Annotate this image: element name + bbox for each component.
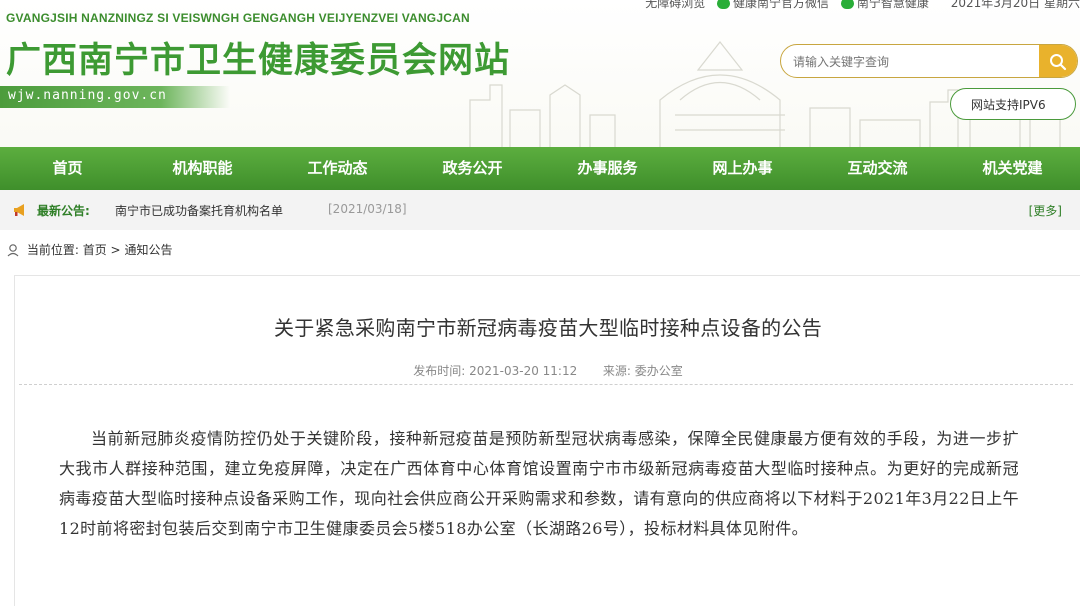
notice-label: 最新公告: bbox=[37, 204, 90, 218]
more-link[interactable]: [更多] bbox=[1029, 202, 1062, 219]
meta-divider bbox=[19, 384, 1073, 385]
search-icon bbox=[1050, 54, 1067, 71]
article-body: 当前新冠肺炎疫情防控仍处于关键阶段，接种新冠疫苗是预防新型冠状病毒感染，保障全民… bbox=[59, 429, 1019, 538]
wechat-official-link[interactable]: 健康南宁官方微信 bbox=[717, 0, 829, 10]
publish-time: 2021-03-20 11:12 bbox=[469, 364, 578, 378]
nav-services[interactable]: 办事服务 bbox=[540, 147, 675, 190]
site-title: 广西南宁市卫生健康委员会网站 bbox=[6, 41, 511, 81]
site-header: GVANGJSIH NANZNINGZ SI VEISWNGH GENGANGH… bbox=[0, 0, 1080, 147]
nav-home[interactable]: 首页 bbox=[0, 147, 135, 190]
current-date: 2021年3月20日 星期六 bbox=[950, 0, 1080, 10]
top-links: 无障碍浏览 健康南宁官方微信 南宁智慧健康 2021年3月20日 星期六 bbox=[637, 0, 1080, 14]
nav-interaction[interactable]: 互动交流 bbox=[810, 147, 945, 190]
nav-online-services[interactable]: 网上办事 bbox=[675, 147, 810, 190]
breadcrumb-current[interactable]: 通知公告 bbox=[124, 243, 172, 257]
wechat-icon bbox=[717, 0, 731, 9]
nav-work-news[interactable]: 工作动态 bbox=[270, 147, 405, 190]
nav-gov-affairs[interactable]: 政务公开 bbox=[405, 147, 540, 190]
nav-party-building[interactable]: 机关党建 bbox=[945, 147, 1080, 190]
search-input[interactable] bbox=[791, 51, 1035, 73]
notice-date: [2021/03/18] bbox=[328, 202, 407, 216]
site-pinyin-title: GVANGJSIH NANZNINGZ SI VEISWNGH GENGANGH… bbox=[6, 11, 470, 25]
site-domain: wjw.nanning.gov.cn bbox=[8, 88, 167, 103]
publish-label: 发布时间: bbox=[413, 364, 466, 378]
article-container: 关于紧急采购南宁市新冠病毒疫苗大型临时接种点设备的公告 发布时间: 2021-0… bbox=[14, 275, 1080, 606]
breadcrumb-prefix: 当前位置: bbox=[26, 243, 79, 257]
search-box bbox=[780, 44, 1078, 78]
accessible-browse-link[interactable]: 无障碍浏览 bbox=[645, 0, 705, 10]
notice-link[interactable]: 南宁市已成功备案托育机构名单 bbox=[115, 202, 283, 219]
source-label: 来源: bbox=[602, 364, 631, 378]
breadcrumb-home[interactable]: 首页 bbox=[83, 243, 107, 257]
notice-bar: 最新公告: 南宁市已成功备案托育机构名单 [2021/03/18] [更多] bbox=[0, 190, 1080, 230]
article-meta: 发布时间: 2021-03-20 11:12 来源: 委办公室 bbox=[15, 362, 1080, 379]
location-pin-icon bbox=[7, 244, 19, 257]
search-button[interactable] bbox=[1039, 45, 1077, 77]
wechat-nanning-link[interactable]: 南宁智慧健康 bbox=[840, 0, 929, 10]
nav-functions[interactable]: 机构职能 bbox=[135, 147, 270, 190]
article-title: 关于紧急采购南宁市新冠病毒疫苗大型临时接种点设备的公告 bbox=[273, 316, 823, 340]
ipv6-badge: 网站支持IPV6 bbox=[950, 88, 1076, 120]
breadcrumb: 当前位置: 首页 > 通知公告 bbox=[6, 241, 172, 258]
ipv6-label: 网站支持IPV6 bbox=[971, 98, 1046, 112]
breadcrumb-separator: > bbox=[110, 243, 121, 257]
domain-banner: wjw.nanning.gov.cn bbox=[0, 86, 230, 108]
main-nav: 首页 机构职能 工作动态 政务公开 办事服务 网上办事 互动交流 机关党建 bbox=[0, 147, 1080, 190]
wechat-icon bbox=[840, 0, 854, 9]
megaphone-icon bbox=[14, 204, 24, 216]
source-value: 委办公室 bbox=[634, 364, 683, 378]
